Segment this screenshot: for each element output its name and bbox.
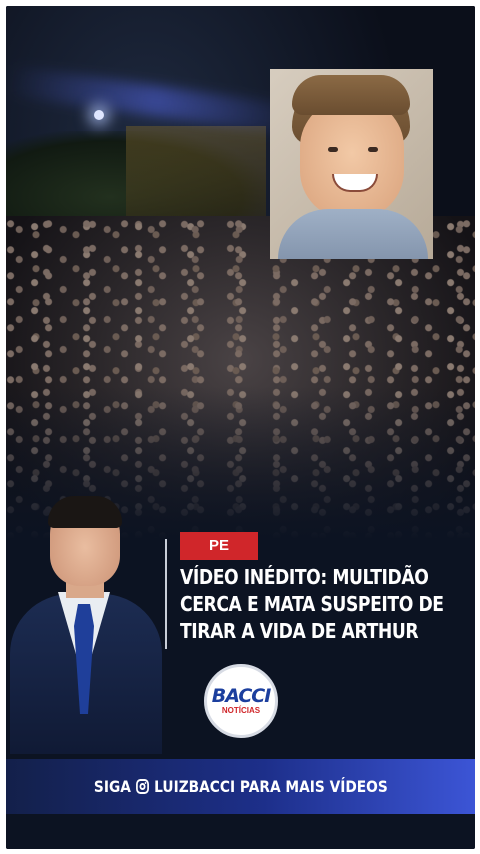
headline: VÍDEO INÉDITO: MULTIDÃO CERCA E MATA SUS… <box>180 564 444 645</box>
banner-prefix: SIGA <box>93 777 131 796</box>
bacci-noticias-logo: BACCI NOTÍCIAS <box>204 664 278 738</box>
logo-sub: NOTÍCIAS <box>221 706 261 715</box>
instagram-icon <box>135 779 149 794</box>
presenter-image <box>6 496 171 756</box>
region-tag: PE <box>180 532 258 560</box>
logo-brand: BACCI <box>211 685 272 707</box>
building-wall <box>126 126 266 216</box>
follow-banner[interactable]: SIGA LUIZBACCI PARA MAIS VÍDEOS <box>6 759 475 814</box>
headline-divider <box>165 539 167 649</box>
headline-line-1: VÍDEO INÉDITO: MULTIDÃO <box>180 565 429 589</box>
bottom-bar <box>6 814 475 849</box>
street-light <box>94 110 104 120</box>
banner-handle: LUIZBACCI PARA MAIS VÍDEOS <box>153 777 388 796</box>
headline-line-2: CERCA E MATA SUSPEITO DE <box>180 592 444 616</box>
child-photo <box>270 69 433 259</box>
video-frame[interactable]: PE VÍDEO INÉDITO: MULTIDÃO CERCA E MATA … <box>6 6 475 849</box>
headline-line-3: TIRAR A VIDA DE ARTHUR <box>180 619 419 643</box>
